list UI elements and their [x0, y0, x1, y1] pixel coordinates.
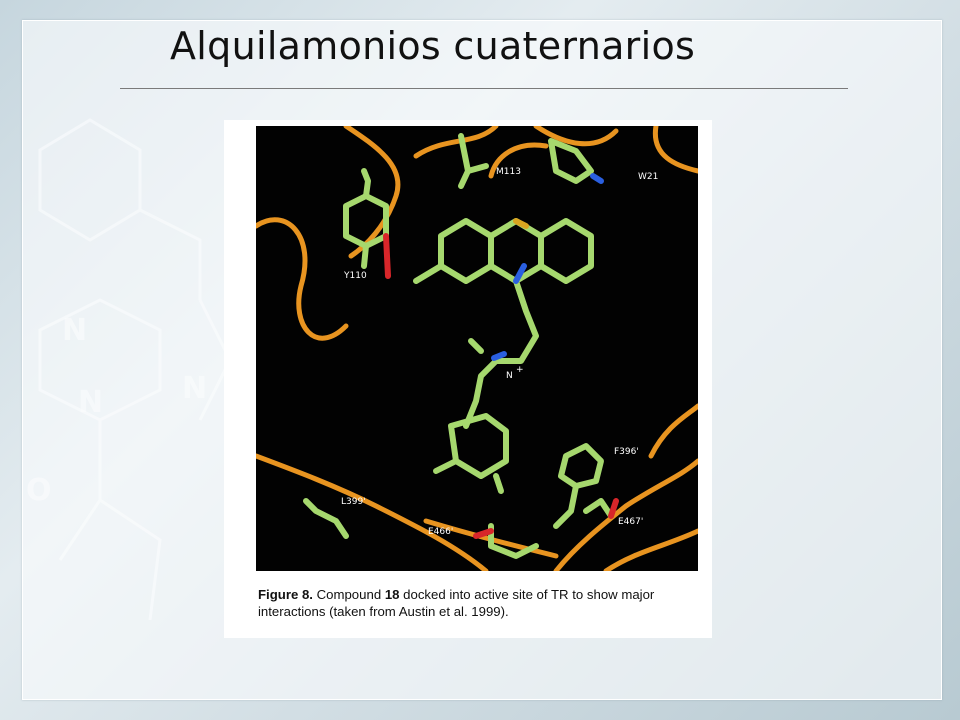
- label-e466: E466': [428, 527, 453, 537]
- caption-text-part-1: Compound: [312, 587, 385, 602]
- label-e467: E467': [618, 517, 643, 527]
- quaternary-nitrogen-atom: [491, 351, 507, 361]
- slide-title: Alquilamonios cuaternarios: [170, 24, 696, 68]
- label-w21: W21: [638, 172, 658, 182]
- w21-nitrogen-atom: [590, 173, 604, 184]
- label-f396: F396': [614, 447, 639, 457]
- label-n-plus-charge: +: [516, 365, 524, 375]
- figure-card: M113 W21 Y110 N + F396' L399' E466' E467…: [224, 120, 712, 638]
- title-underline: [120, 88, 848, 89]
- caption-compound-number: 18: [384, 587, 400, 602]
- y110-oxygen-atom: [383, 233, 391, 279]
- label-l399: L399': [341, 497, 366, 507]
- label-n-plus: N: [506, 371, 513, 381]
- caption-label: Figure 8.: [258, 587, 313, 602]
- figure-caption: Figure 8. Compound 18 docked into active…: [258, 586, 708, 620]
- label-m113: M113: [496, 167, 521, 177]
- label-y110: Y110: [343, 271, 367, 281]
- molecular-docking-image: M113 W21 Y110 N + F396' L399' E466' E467…: [256, 126, 698, 571]
